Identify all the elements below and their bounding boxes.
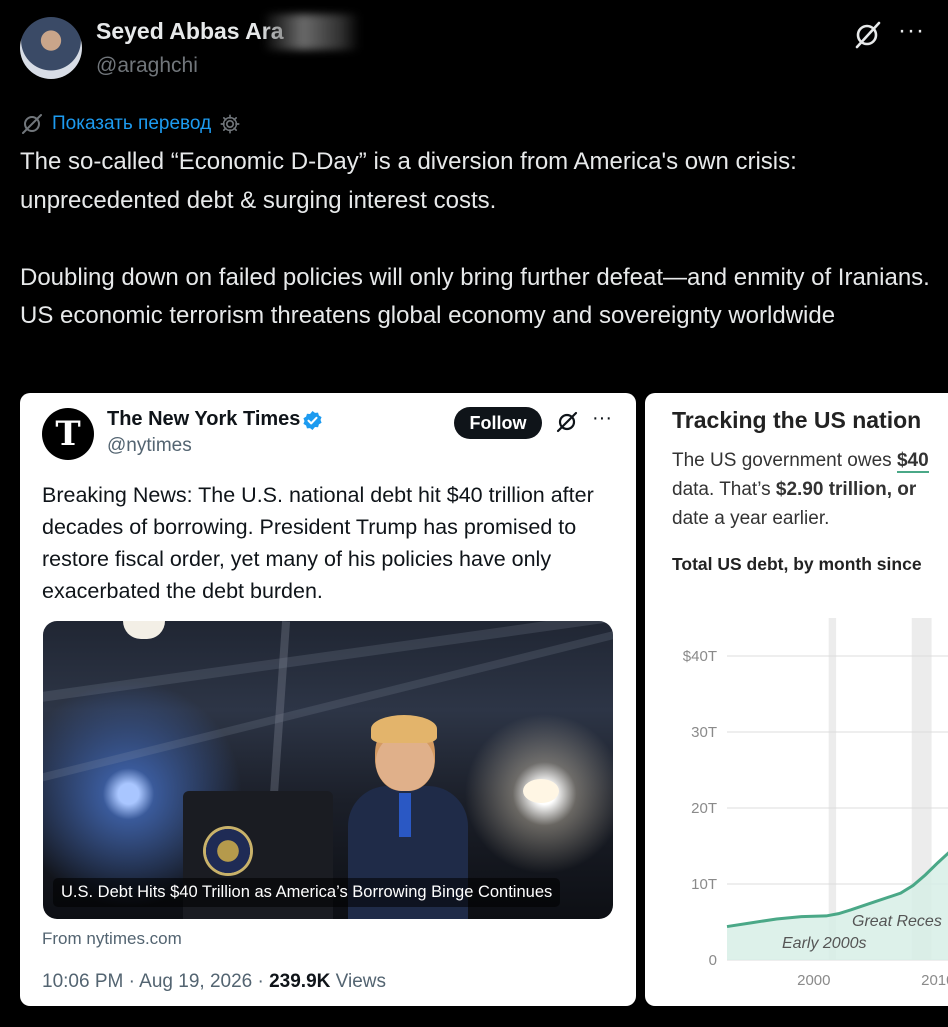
grok-translate-icon (22, 114, 42, 134)
link-source[interactable]: From nytimes.com (42, 929, 182, 949)
chart-annotation: Early 2000s (782, 935, 867, 952)
grok-icon[interactable] (555, 410, 579, 434)
nyt-logo[interactable]: T (42, 408, 94, 460)
ceiling-light (123, 621, 165, 639)
tweet-text: The so-called “Economic D-Day” is a dive… (20, 148, 930, 329)
translate-row[interactable]: Показать перевод (20, 111, 241, 137)
x-tick-label: 2010 (921, 972, 948, 989)
post-metadata: 10:06 PM · Aug 19, 2026 · 239.9K Views (42, 971, 386, 993)
views-count: 239.9K (269, 971, 331, 992)
speaker-tie (399, 793, 411, 837)
more-options-icon[interactable]: ··· (592, 407, 612, 430)
y-tick-label: 20T (691, 800, 717, 817)
quoted-post-card[interactable]: T The New York Times @nytimes Follow ···… (20, 393, 636, 1006)
author-name[interactable]: Seyed Abbas Ara (96, 18, 283, 45)
author-avatar[interactable] (20, 17, 82, 79)
more-options-icon[interactable]: ··· (898, 17, 925, 45)
quoted-post-text: Breaking News: The U.S. national debt hi… (42, 483, 594, 603)
follow-button[interactable]: Follow (454, 407, 542, 439)
post-timestamp[interactable]: 10:06 PM · Aug 19, 2026 · (42, 971, 269, 992)
ceiling-beam (43, 626, 613, 784)
author-handle[interactable]: @araghchi (96, 54, 198, 78)
y-tick-label: 0 (709, 952, 717, 969)
hanging-lamp (523, 779, 559, 803)
chart-annotation: Great Reces (852, 913, 942, 930)
presidential-seal (203, 826, 253, 876)
x-tick-label: 2000 (797, 972, 830, 989)
chart-image-card[interactable]: Tracking the US nation The US government… (645, 393, 948, 1006)
quoted-author-handle[interactable]: @nytimes (107, 435, 192, 457)
y-tick-label: 10T (691, 876, 717, 893)
recession-band (828, 618, 837, 960)
quoted-author-name[interactable]: The New York Times (107, 408, 300, 431)
speaker-hair (371, 715, 437, 743)
gear-icon[interactable] (219, 113, 241, 135)
verified-badge-icon (303, 410, 322, 431)
y-tick-label: $40T (683, 648, 717, 665)
name-blur-overlay (265, 14, 360, 50)
grok-icon[interactable] (852, 20, 882, 50)
show-translation-link[interactable]: Показать перевод (52, 113, 211, 135)
article-image[interactable]: U.S. Debt Hits $40 Trillion as America’s… (43, 621, 613, 919)
y-tick-label: 30T (691, 724, 717, 741)
debt-chart: $40T 30T 20T 10T 0 2000 2010 Early 2000s Great R… (683, 618, 948, 989)
image-caption: U.S. Debt Hits $40 Trillion as America’s… (53, 878, 561, 907)
views-label: Views (330, 971, 386, 992)
